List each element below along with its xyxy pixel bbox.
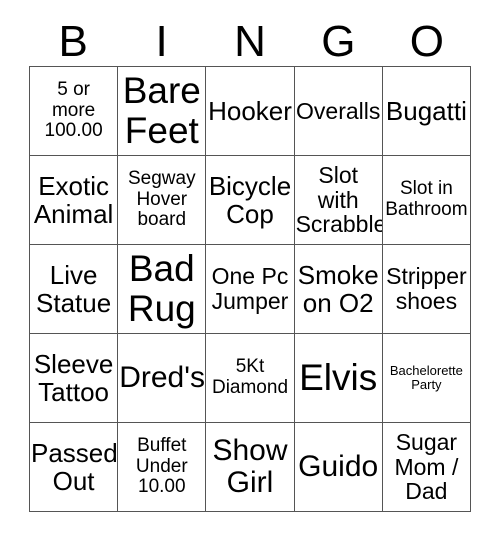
bingo-square[interactable]: Bugatti: [382, 67, 471, 156]
bingo-square[interactable]: Buffet Under 10.00: [118, 423, 207, 512]
bingo-square-label: Bare Feet: [122, 70, 201, 151]
bingo-square[interactable]: Exotic Animal: [30, 156, 119, 245]
bingo-square[interactable]: Slot in Bathroom: [382, 156, 471, 245]
bingo-square[interactable]: Live Statue: [30, 245, 119, 334]
bingo-square[interactable]: 5Kt Diamond: [206, 334, 295, 423]
bingo-square[interactable]: Elvis: [294, 334, 383, 423]
header-letter-n: N: [234, 17, 266, 66]
bingo-square-label: Segway Hover board: [127, 168, 196, 231]
header-letter-g: G: [321, 17, 356, 66]
bingo-square-label: Bad Rug: [127, 248, 196, 329]
bingo-square-label: Buffet Under 10.00: [135, 435, 188, 498]
bingo-square-label: One Pc Jumper: [211, 263, 289, 314]
bingo-square[interactable]: Bad Rug: [118, 245, 207, 334]
bingo-header: B I N G O: [29, 18, 471, 66]
bingo-square[interactable]: Sleeve Tattoo: [30, 334, 119, 423]
bingo-square[interactable]: Bicycle Cop: [206, 156, 295, 245]
bingo-square-label: Stripper shoes: [386, 263, 467, 314]
bingo-square[interactable]: 5 or more 100.00: [30, 67, 119, 156]
bingo-square[interactable]: Passed Out: [30, 423, 119, 512]
bingo-square[interactable]: One Pc Jumper: [206, 245, 295, 334]
bingo-square[interactable]: Overalls: [294, 67, 383, 156]
bingo-square[interactable]: Bare Feet: [118, 67, 207, 156]
header-letter-b: B: [58, 17, 88, 66]
bingo-square[interactable]: Guido: [294, 423, 383, 512]
bingo-square[interactable]: Dred's: [118, 334, 207, 423]
bingo-square-label: 5 or more 100.00: [44, 79, 103, 142]
bingo-square-label: Sugar Mom / Dad: [394, 428, 459, 505]
bingo-square-label: Sleeve Tattoo: [33, 348, 114, 407]
bingo-square-label: Guido: [298, 449, 379, 483]
bingo-grid: 5 or more 100.00 Bare Feet Hooker Overalls B…: [29, 66, 471, 512]
bingo-square-label: Slot with Scrabble: [295, 161, 383, 238]
bingo-square[interactable]: Stripper shoes: [382, 245, 471, 334]
bingo-square[interactable]: Bachelorette Party: [382, 334, 471, 423]
bingo-square-label: Overalls: [296, 97, 381, 124]
bingo-square[interactable]: Segway Hover board: [118, 156, 207, 245]
bingo-square[interactable]: Slot with Scrabble: [294, 156, 383, 245]
bingo-square-label: Dred's: [119, 360, 205, 394]
header-letter-o: O: [409, 17, 444, 66]
bingo-square-label: Exotic Animal: [33, 170, 114, 229]
bingo-square-label: Elvis: [299, 357, 378, 399]
bingo-square[interactable]: Show Girl: [206, 423, 295, 512]
bingo-card: B I N G O 5 or more 100.00 Bare Feet Hooke…: [0, 0, 500, 544]
bingo-square[interactable]: Hooker: [206, 67, 295, 156]
bingo-square-label: Passed Out: [31, 437, 118, 496]
bingo-square-label: Show Girl: [212, 433, 288, 499]
header-letter-i: I: [155, 17, 168, 66]
bingo-square-label: Slot in Bathroom: [385, 178, 468, 220]
bingo-square-label: Bicycle Cop: [208, 170, 292, 229]
bingo-square-label: Bachelorette Party: [389, 362, 463, 392]
bingo-square[interactable]: Sugar Mom / Dad: [382, 423, 471, 512]
bingo-square-label: Smoke on O2: [297, 259, 379, 318]
bingo-square-label: Live Statue: [36, 259, 112, 318]
bingo-square[interactable]: Smoke on O2: [294, 245, 383, 334]
bingo-square-label: Bugatti: [385, 95, 467, 126]
bingo-square-label: Hooker: [208, 95, 292, 126]
bingo-square-label: 5Kt Diamond: [211, 356, 289, 398]
